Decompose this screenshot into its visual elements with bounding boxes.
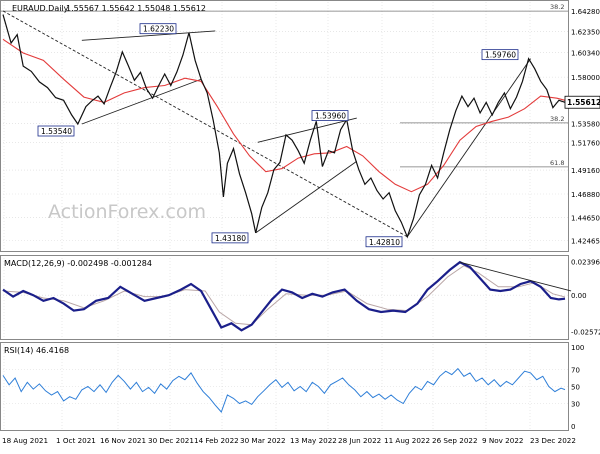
trend-line [257, 117, 357, 143]
chart-canvas: ActionForex.com 38.2 38.2 61.8 1.62230 1.53… [0, 0, 600, 445]
x-tick-label: 30 Mar 2022 [240, 436, 286, 445]
macd-tick-label: 0.023963 [571, 259, 600, 267]
macd-tick-label: -0.025726 [571, 328, 600, 336]
header-symbol-label: EURAUD.Daily [12, 4, 69, 13]
x-tick-label: 23 Dec 2022 [530, 436, 576, 445]
x-tick-label: 26 Sep 2022 [432, 436, 478, 445]
price-label: 1.62230 [143, 25, 174, 34]
x-tick-label: 9 Nov 2022 [482, 436, 523, 445]
x-tick-label: 16 Nov 2021 [100, 436, 146, 445]
macd-line [2, 260, 566, 332]
x-tick-label: 13 May 2022 [290, 436, 337, 445]
price-tick-label: 1.51760 [571, 140, 600, 148]
moving-average-line [2, 38, 566, 193]
rsi-series-group [2, 367, 566, 413]
rsi-tick-label: 70 [571, 367, 580, 375]
price-label: 1.43180 [215, 234, 246, 243]
rsi-title: RSI(14) 46.4168 [4, 346, 69, 355]
trend-line [255, 160, 358, 234]
fib-label: 38.2 [550, 115, 564, 123]
x-tick-label: 14 Feb 2022 [194, 436, 239, 445]
macd-grid [3, 258, 568, 338]
macd-axis: 0.023963 0.00 -0.025726 [571, 259, 600, 337]
x-tick-label: 1 Oct 2021 [56, 436, 96, 445]
price-tick-label: 1.64280 [571, 8, 600, 16]
rsi-tick-label: 30 [571, 401, 580, 409]
header-ohlc-label: 1.55567 1.55642 1.55048 1.55612 [66, 4, 206, 13]
macd-series-group [2, 260, 572, 332]
x-axis: 18 Aug 2021 1 Oct 2021 16 Nov 2021 30 Dec 2… [2, 436, 576, 445]
price-tick-label: 1.60340 [571, 50, 600, 58]
macd-title: MACD(12,26,9) -0.002498 -0.001284 [4, 259, 152, 268]
rsi-tick-label: 50 [571, 384, 580, 392]
rsi-axis: 100 70 50 30 0 [571, 344, 584, 431]
price-label: 1.42810 [369, 238, 400, 247]
fib-label: 38.2 [550, 3, 564, 11]
fib-label: 61.8 [550, 159, 564, 167]
price-label: 1.53960 [315, 112, 346, 121]
price-axis: 1.64280 1.62350 1.60340 1.58000 1.53580 1.517… [564, 8, 600, 245]
price-tick-label: 1.46880 [571, 191, 600, 199]
trend-line [406, 58, 532, 238]
macd-tick-label: 0.00 [571, 292, 587, 300]
price-label: 1.59760 [485, 51, 516, 60]
price-tick-label: 1.58000 [571, 74, 600, 82]
x-tick-label: 18 Aug 2021 [2, 436, 48, 445]
rsi-tick-label: 0 [571, 423, 575, 431]
chart-window: ActionForex.com 38.2 38.2 61.8 1.62230 1.53… [0, 0, 600, 450]
price-tick-label: 1.44650 [571, 214, 600, 222]
price-tick-label: 1.42465 [571, 237, 600, 245]
rsi-tick-label: 100 [571, 344, 584, 352]
price-tick-label: 1.49160 [571, 167, 600, 175]
price-tick-label: 1.62350 [571, 28, 600, 36]
rsi-line [2, 367, 566, 413]
x-tick-label: 11 Aug 2022 [384, 436, 430, 445]
x-tick-label: 28 Jun 2022 [338, 436, 381, 445]
current-price-label: 1.55612 [567, 98, 600, 107]
price-tick-label: 1.53580 [571, 121, 600, 129]
watermark: ActionForex.com [48, 201, 206, 223]
x-tick-label: 30 Dec 2021 [148, 436, 194, 445]
price-label: 1.53540 [41, 127, 72, 136]
